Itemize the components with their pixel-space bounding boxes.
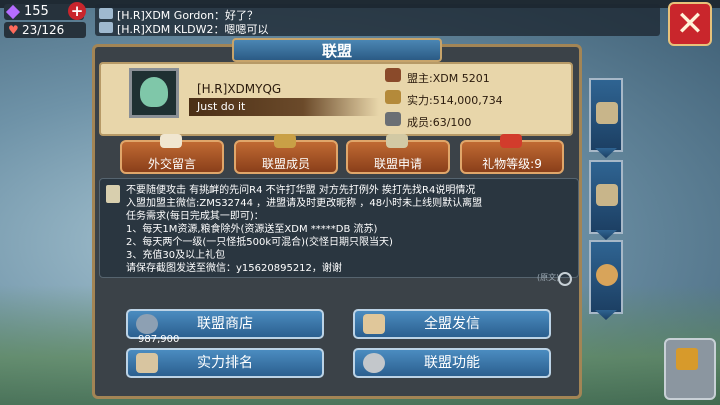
guild-motto: Just do it (197, 100, 246, 113)
crossed-swords-icon (596, 184, 618, 206)
alliance-shop-label: 联盟商店 (197, 316, 253, 332)
scroll-icon (136, 353, 158, 373)
add-gems-button[interactable]: + (68, 2, 86, 20)
alliance-functions-label: 联盟功能 (424, 355, 480, 371)
alliance-mail-button[interactable]: 全盟发信 (353, 309, 551, 339)
power-ranking-button[interactable]: 实力排名 (126, 348, 324, 378)
speech-bubble-icon (160, 134, 182, 148)
translate-refresh-icon[interactable] (558, 272, 572, 286)
guild-power: 实力:514,000,734 (407, 94, 503, 107)
guild-info-box: [H.R]XDMYQG Just do it 盟主:XDM 5201 实力:51… (99, 62, 573, 136)
guild-emblem[interactable] (129, 68, 179, 118)
winged-shield-icon (596, 102, 618, 124)
close-icon: ✕ (675, 4, 705, 44)
alliance-members-label: 联盟成员 (261, 157, 310, 171)
stamina-counter: ♥ 23/126 (4, 22, 86, 38)
heart-icon: ♥ (8, 23, 19, 37)
guild-members: 成员:63/100 (407, 116, 472, 129)
gem-icon (5, 4, 21, 20)
guild-leader: 盟主:XDM 5201 (407, 72, 490, 85)
gift-icon (500, 134, 522, 148)
power-ranking-label: 实力排名 (197, 355, 253, 371)
power-icon (385, 90, 401, 104)
alliance-notice: 不要随便攻击 有挑衅的先问R4 不许打华盟 对方先打例外 挨打先找R4说明情况 … (99, 178, 579, 278)
chat-line-2: [H.R]XDM KLDW2：嗯嗯可以 (117, 23, 269, 36)
stamina-value: 23/126 (22, 23, 65, 37)
leader-icon (385, 68, 401, 82)
original-text-label[interactable]: (原文) (537, 272, 559, 283)
crown-icon (676, 348, 698, 370)
helmet-icon (274, 134, 296, 148)
sidebar-tab-war[interactable] (589, 160, 623, 234)
castle-corner-widget[interactable] (664, 338, 716, 400)
alliance-functions-button[interactable]: 联盟功能 (353, 348, 551, 378)
sidebar-tab-diplomacy[interactable] (589, 240, 623, 314)
gems-value: 155 (24, 4, 49, 19)
alliance-applications-label: 联盟申请 (373, 157, 422, 171)
close-button[interactable]: ✕ (668, 2, 712, 46)
notice-line: 请保存截图发送至微信：y15620895212，谢谢 (126, 263, 342, 274)
letter-icon (363, 314, 385, 334)
gift-level-label: 礼物等级:9 (482, 157, 542, 171)
alliance-mail-label: 全盟发信 (424, 316, 480, 332)
quill-icon (106, 185, 120, 203)
sidebar-tab-emblem[interactable] (589, 78, 623, 152)
guild-name: [H.R]XDMYQG (197, 82, 282, 96)
handshake-icon (596, 264, 618, 286)
chat-icon (99, 8, 113, 19)
diplomacy-messages-label: 外交留言 (147, 157, 196, 171)
alliance-shop-button[interactable]: 987,900 联盟商店 (126, 309, 324, 345)
panel-title: 联盟 (232, 38, 442, 62)
wings-icon (386, 134, 408, 148)
members-icon (385, 112, 401, 126)
skull-icon (140, 77, 168, 107)
chat-preview[interactable]: [H.R]XDM Gordon：好了？ [H.R]XDM KLDW2：嗯嗯可以 (95, 4, 660, 36)
gears-icon (363, 353, 385, 373)
chat-icon (99, 22, 113, 33)
